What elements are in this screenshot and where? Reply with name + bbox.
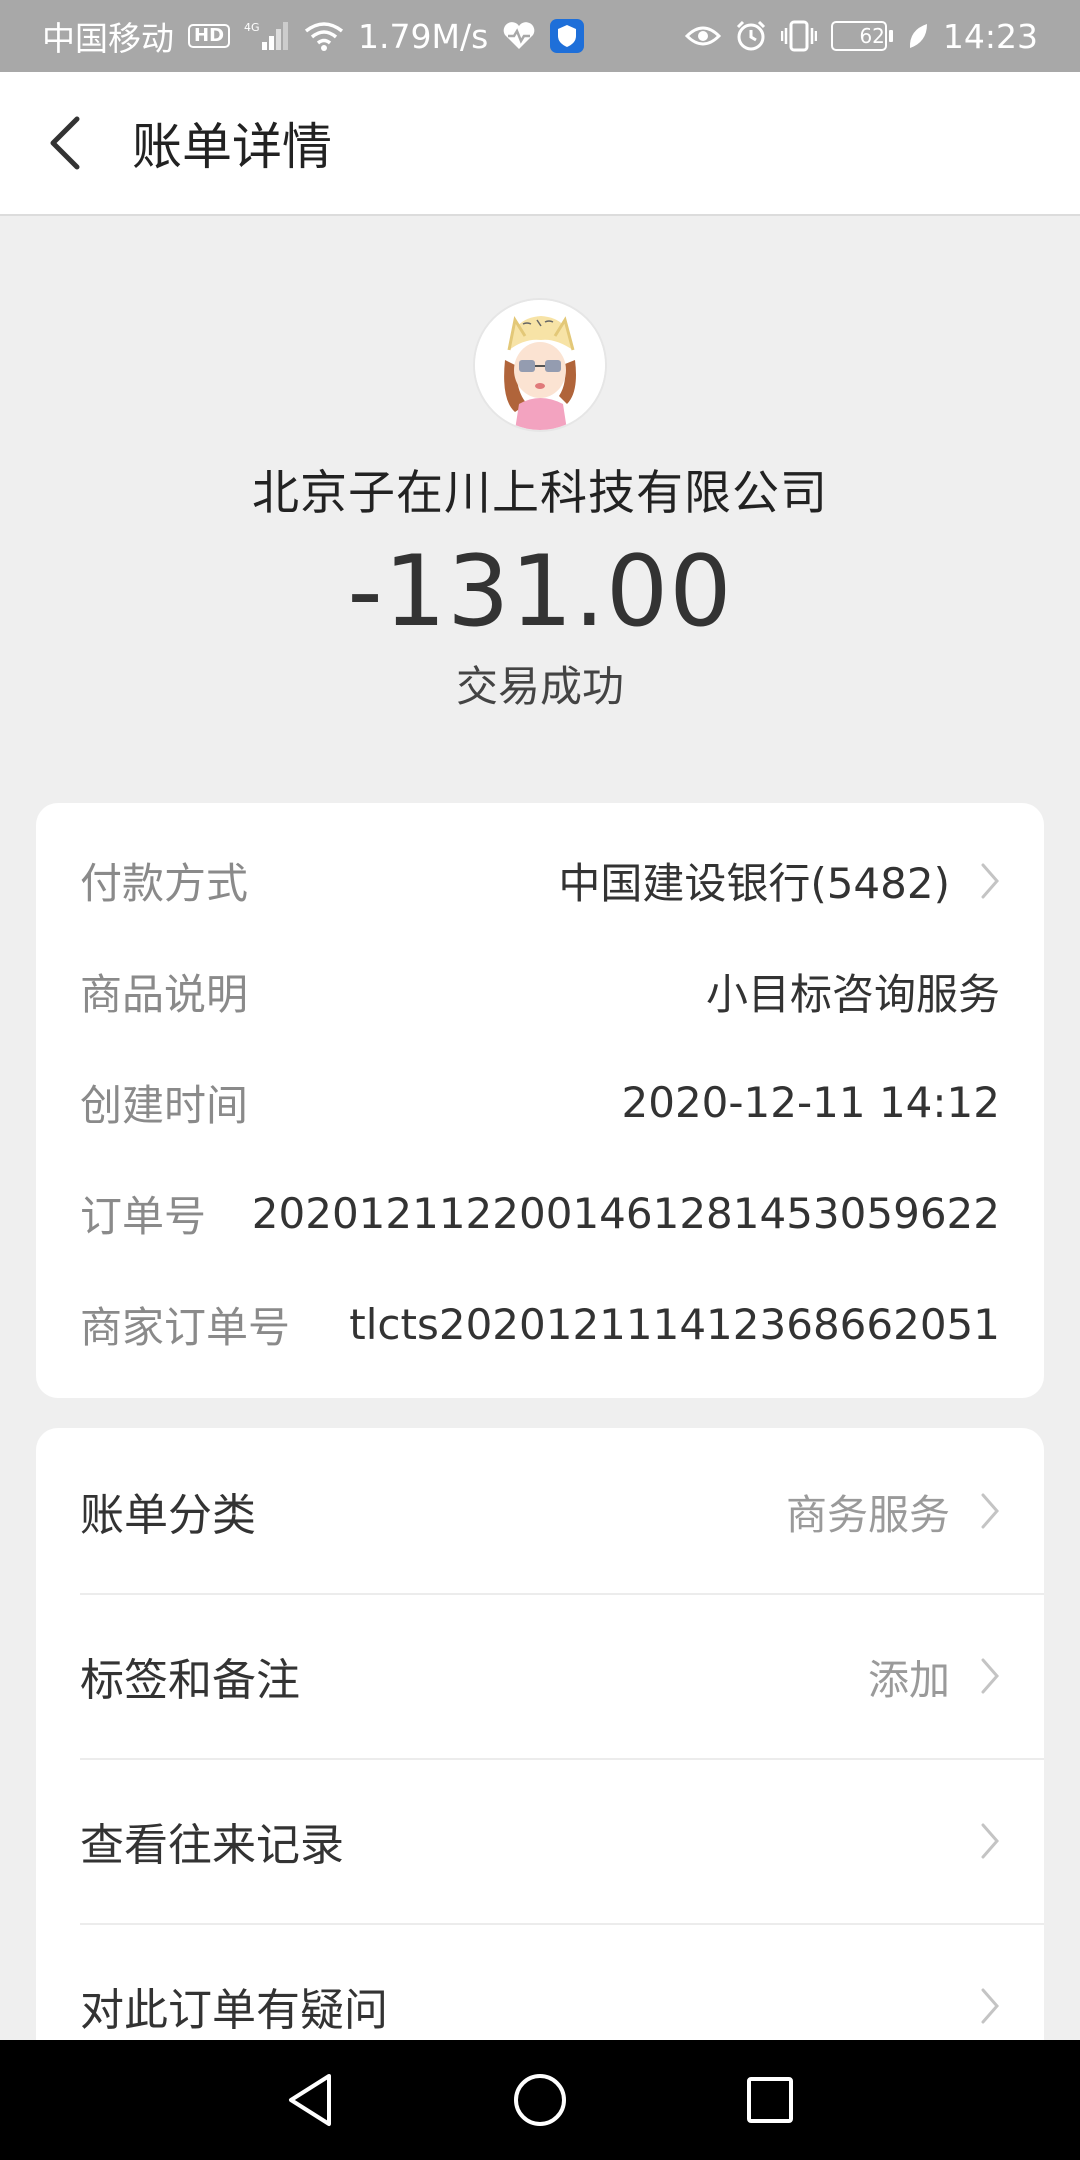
transaction-summary: 北京子在川上科技有限公司 -131.00 交易成功 (0, 216, 1080, 801)
detail-row-payment-method[interactable]: 付款方式 中国建设银行(5482) (36, 825, 1044, 936)
action-label: 账单分类 (80, 1489, 256, 1541)
heart-pulse-icon (502, 21, 536, 51)
tags-notes-row[interactable]: 标签和备注 添加 (36, 1593, 1044, 1758)
detail-row-product-description: 商品说明 小目标咨询服务 (36, 936, 1044, 1047)
detail-value: 2020-12-11 14:12 (621, 1078, 1000, 1127)
merchant-name: 北京子在川上科技有限公司 (252, 466, 828, 521)
battery-icon: 62 (830, 21, 893, 51)
chevron-right-icon (980, 1657, 1000, 1695)
chevron-right-icon (980, 1822, 1000, 1860)
details-card: 付款方式 中国建设银行(5482) 商品说明 小目标咨询服务 创建时间 2020… (36, 803, 1044, 1398)
action-label: 查看往来记录 (80, 1819, 344, 1871)
status-bar-right: 62 14:23 (684, 16, 1038, 56)
battery-shell: 62 (830, 21, 887, 51)
shield-icon (550, 19, 585, 53)
network-speed: 1.79M/s (358, 16, 489, 56)
alarm-icon (735, 20, 767, 52)
detail-label: 创建时间 (80, 1081, 249, 1130)
battery-percent: 62 (859, 24, 885, 48)
status-bar-left: 中国移动 HD 4G 1.79M/s (42, 12, 585, 60)
nav-home-button[interactable] (500, 2060, 580, 2140)
clock-time: 14:23 (942, 16, 1038, 56)
transaction-status: 交易成功 (455, 662, 624, 711)
action-right: 商务服务 (786, 1481, 1000, 1541)
action-right (950, 1987, 1000, 2025)
detail-value: 2020121122001461281453059622 (251, 1189, 1000, 1238)
merchant-avatar[interactable] (473, 298, 607, 432)
detail-value[interactable]: 中国建设银行(5482) (558, 850, 1000, 911)
action-label: 对此订单有疑问 (80, 1984, 388, 2036)
chevron-left-icon (50, 116, 80, 170)
nav-recents-button[interactable] (730, 2060, 810, 2140)
battery-cap (888, 30, 893, 42)
app-header: 账单详情 (0, 72, 1080, 216)
detail-label: 订单号 (80, 1192, 207, 1241)
action-value: 商务服务 (786, 1490, 950, 1539)
detail-label: 商品说明 (80, 970, 249, 1019)
payment-method-value: 中国建设银行(5482) (558, 859, 950, 908)
leaf-icon (907, 22, 929, 50)
hd-icon: HD (188, 24, 231, 48)
action-label: 标签和备注 (80, 1654, 300, 1706)
nav-back-button[interactable] (270, 2060, 350, 2140)
cartoon-girl-avatar-image (475, 300, 605, 430)
transaction-history-row[interactable]: 查看往来记录 (36, 1758, 1044, 1923)
vibrate-icon (780, 20, 817, 52)
detail-row-merchant-order-number: 商家订单号 tlcts202012111412368662051 (36, 1269, 1044, 1380)
action-right: 添加 (868, 1646, 1000, 1706)
detail-row-order-number: 订单号 2020121122001461281453059622 (36, 1158, 1044, 1269)
system-navigation-bar (0, 2040, 1080, 2160)
transaction-amount: -131.00 (347, 535, 733, 649)
detail-label: 付款方式 (80, 859, 249, 908)
detail-label: 商家订单号 (80, 1303, 291, 1352)
status-bar: 中国移动 HD 4G 1.79M/s 62 14:23 (0, 0, 1080, 72)
chevron-right-icon (980, 1492, 1000, 1530)
page-title: 账单详情 (132, 118, 332, 176)
action-value: 添加 (868, 1655, 950, 1704)
bill-detail-screen: 中国移动 HD 4G 1.79M/s 62 14:23 账单详情 北京子在川上科… (0, 0, 1080, 2160)
network-type-label: 4G (244, 21, 260, 34)
detail-row-created-time: 创建时间 2020-12-11 14:12 (36, 1047, 1044, 1158)
wifi-icon (304, 21, 344, 51)
bill-category-row[interactable]: 账单分类 商务服务 (36, 1428, 1044, 1593)
square-recents-icon (747, 2077, 793, 2123)
chevron-right-icon (980, 862, 1000, 900)
signal-icon: 4G (244, 20, 290, 52)
eye-icon (684, 22, 721, 50)
detail-value: 小目标咨询服务 (705, 970, 1000, 1019)
carrier-name: 中国移动 (42, 19, 174, 58)
actions-card: 账单分类 商务服务 标签和备注 添加 查看往来记录 对此订单有疑问 (36, 1428, 1044, 2048)
detail-value: tlcts202012111412368662051 (349, 1300, 1000, 1349)
back-button[interactable] (0, 71, 130, 215)
triangle-back-icon (289, 2074, 331, 2126)
chevron-right-icon (980, 1987, 1000, 2025)
circle-home-icon (514, 2074, 566, 2126)
action-right (950, 1822, 1000, 1860)
